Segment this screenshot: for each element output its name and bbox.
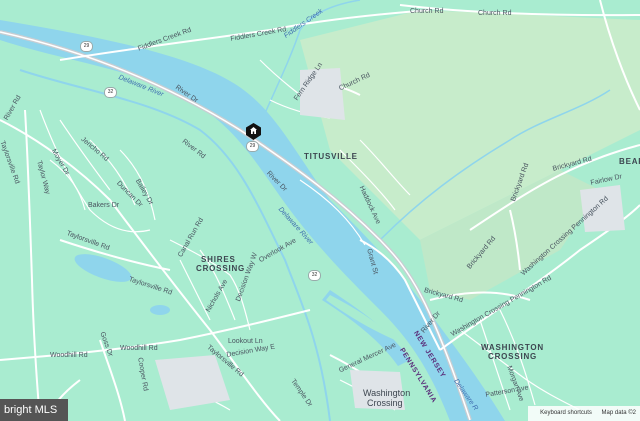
town-washington-crossing-line1: Washington xyxy=(363,388,411,398)
road-label: Church Rd xyxy=(478,10,512,17)
road-label: Woodhill Rd xyxy=(120,345,158,352)
road-label: Lookout Ln xyxy=(228,338,263,345)
map-data-attribution[interactable]: Map data ©2 xyxy=(602,410,636,416)
brand-logo[interactable]: bright MLS xyxy=(0,399,68,421)
place-shires-crossing-line1: SHIRES xyxy=(201,255,236,264)
keyboard-shortcuts-link[interactable]: Keyboard shortcuts xyxy=(540,410,592,416)
route-shield-29: 29 xyxy=(80,41,93,52)
place-shires-crossing-line2: CROSSING xyxy=(196,264,246,273)
place-bear: BEAR xyxy=(619,157,640,166)
route-shield-32: 32 xyxy=(104,87,117,98)
map-canvas[interactable]: TITUSVILLE SHIRES CROSSING WASHINGTON CR… xyxy=(0,0,640,421)
route-shield-32: 32 xyxy=(308,270,321,281)
town-washington-crossing-line2: Crossing xyxy=(367,398,403,408)
place-washington-crossing-line2: CROSSING xyxy=(488,352,538,361)
road-label: Woodhill Rd xyxy=(50,352,88,359)
place-washington-crossing-line1: WASHINGTON xyxy=(481,343,544,352)
map-attribution-bar: Keyboard shortcuts Map data ©2 xyxy=(528,406,640,421)
house-marker-icon-graphic xyxy=(246,123,261,140)
place-titusville: TITUSVILLE xyxy=(304,152,358,161)
house-marker-icon[interactable] xyxy=(246,123,261,140)
pond xyxy=(150,305,170,315)
route-shield-29: 29 xyxy=(246,141,259,152)
road-label: Bakers Dr xyxy=(88,202,120,209)
road-label: Church Rd xyxy=(410,8,444,15)
